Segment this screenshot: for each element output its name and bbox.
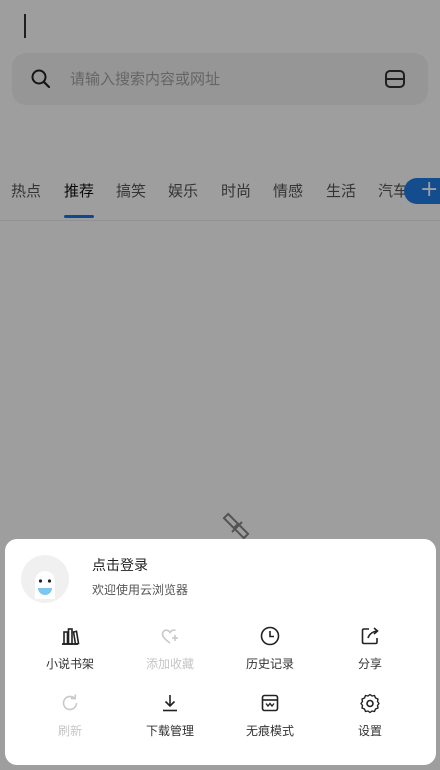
history-button[interactable]: 历史记录	[220, 625, 320, 677]
settings-label: 设置	[357, 724, 382, 738]
gear-icon	[360, 693, 380, 714]
bookshelf-button[interactable]: 小说书架	[20, 625, 120, 677]
incognito-icon	[261, 694, 279, 712]
refresh-label: 刷新	[57, 724, 82, 738]
share-label: 分享	[357, 657, 382, 671]
browser-home: 热点 推荐 搞笑 娱乐 时尚 情感 生活 汽车 + 点击登录 欢迎使用云浏览器	[0, 0, 440, 770]
download-manager-label: 下载管理	[145, 724, 194, 738]
bookshelf-label: 小说书架	[45, 657, 94, 671]
settings-button[interactable]: 设置	[320, 692, 420, 744]
add-favorite-label: 添加收藏	[145, 657, 194, 671]
download-icon	[163, 695, 177, 712]
heart-plus-icon	[161, 629, 178, 644]
share-icon	[361, 627, 379, 645]
refresh-button: 刷新	[20, 692, 120, 744]
refresh-icon	[62, 694, 78, 711]
login-title[interactable]: 点击登录	[92, 555, 148, 575]
incognito-mode-button[interactable]: 无痕模式	[220, 692, 320, 744]
history-label: 历史记录	[245, 657, 294, 671]
download-manager-button[interactable]: 下载管理	[120, 692, 220, 744]
clock-icon	[260, 626, 280, 646]
incognito-mode-label: 无痕模式	[245, 724, 294, 738]
avatar[interactable]	[21, 555, 69, 603]
menu-sheet: 点击登录 欢迎使用云浏览器 小说书架 添加收藏 历史记录 分享 刷新 下载管理 …	[5, 539, 436, 765]
avatar-ghost-icon	[35, 571, 55, 599]
login-subtitle: 欢迎使用云浏览器	[92, 583, 189, 597]
bookshelf-icon	[62, 628, 80, 646]
share-button[interactable]: 分享	[320, 625, 420, 677]
add-favorite-button: 添加收藏	[120, 625, 220, 677]
